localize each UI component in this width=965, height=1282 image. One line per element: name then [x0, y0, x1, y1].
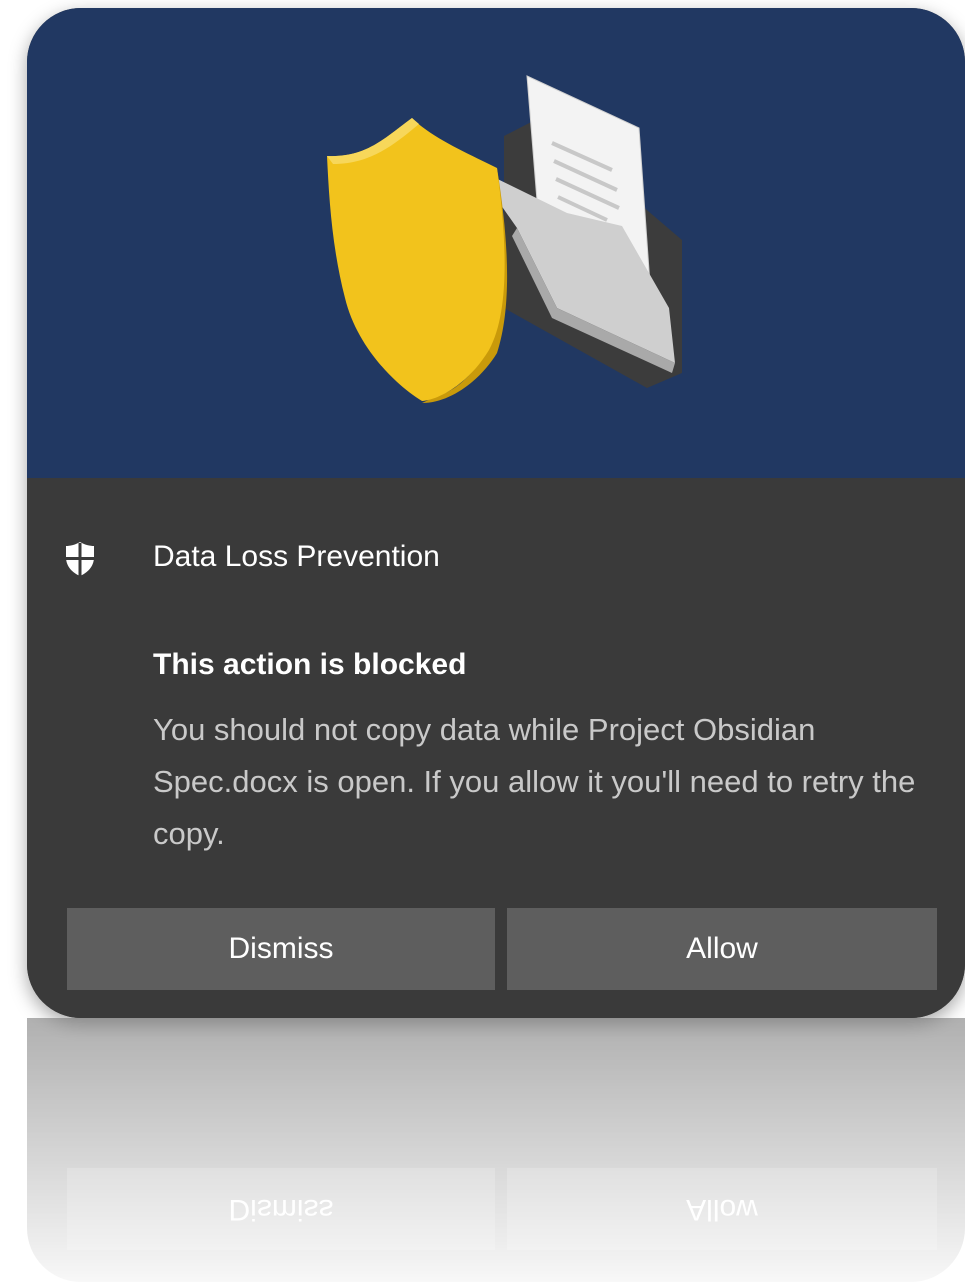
hero-banner — [27, 8, 965, 478]
allow-button-reflection: Allow — [507, 1168, 937, 1250]
app-name: Data Loss Prevention — [153, 540, 440, 573]
dlp-notification-card: Data Loss Prevention This action is bloc… — [27, 8, 965, 1018]
notification-body: Data Loss Prevention This action is bloc… — [27, 478, 965, 1018]
reflection-content: Dismiss Allow you'll need to retry the c… — [27, 1018, 965, 1282]
card-reflection: Dismiss Allow you'll need to retry the c… — [27, 1018, 965, 1282]
dismiss-button-reflection: Dismiss — [67, 1168, 495, 1250]
shield-folder-illustration — [327, 75, 682, 403]
allow-button[interactable]: Allow — [507, 908, 937, 990]
dismiss-button[interactable]: Dismiss — [67, 908, 495, 990]
notification-headline: This action is blocked — [153, 648, 467, 681]
shield-icon — [66, 542, 94, 576]
message-reflection: you'll need to retry the copy. — [153, 1018, 933, 1030]
notification-message: You should not copy data while Project O… — [153, 712, 916, 851]
